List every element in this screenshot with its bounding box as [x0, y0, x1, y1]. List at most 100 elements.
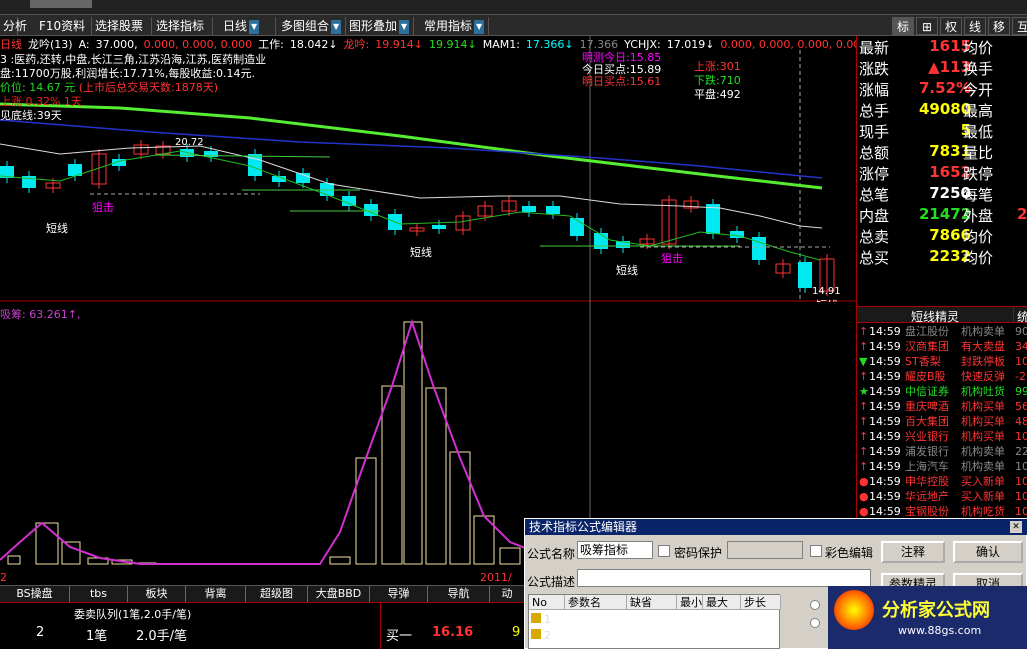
dialog-title[interactable]: 技术指标公式编辑器	[525, 519, 1027, 535]
ticker-row[interactable]: ↑14:59 盘江股份机构卖单 900	[857, 324, 1027, 339]
quote-label-2: 均价	[963, 249, 994, 267]
tab-move[interactable]: 移	[988, 17, 1010, 35]
tab-missile[interactable]: 导弹	[370, 586, 428, 602]
toolbar-overlay[interactable]: 图形叠加 ▼	[346, 17, 414, 35]
tab-tbs[interactable]: tbs	[70, 586, 128, 602]
ticker-value: 10	[1015, 355, 1027, 368]
ticker-time: 14:59	[869, 475, 901, 488]
flat-count: 平盘:492	[694, 88, 741, 101]
ticker-action: 机构卖单	[961, 445, 1005, 458]
search-box[interactable]	[30, 0, 92, 8]
ticker-row[interactable]: ↑14:59 汉商集团有大卖盘 349	[857, 339, 1027, 354]
volume-bar	[403, 321, 423, 565]
ticker-stock: 兴业银行	[905, 430, 949, 443]
ticker-row[interactable]: ↑ 14:59 兴业银行 机构买单 10	[857, 429, 1027, 444]
tab-divergence[interactable]: 背离	[186, 586, 246, 602]
ticker-stock: ST香梨	[905, 355, 941, 368]
ticker-marker: ↑	[859, 445, 869, 458]
ticker-row[interactable]: ★14:59 中信证券机构吐货 990	[857, 384, 1027, 399]
confirm-button[interactable]: 确认	[953, 541, 1023, 563]
toolbar-common-indicators[interactable]: 常用指标 ▼	[421, 17, 489, 35]
mam-label: MAM1:	[482, 38, 520, 51]
toolbar-multi-chart[interactable]: 多图组合 ▼	[278, 17, 346, 35]
parameter-table[interactable]: No 参数名 缺省 最小 最大 步长 1 2	[528, 594, 781, 649]
quote-row: 总额 7831 量比	[857, 141, 1027, 162]
toolbar-select-indicator[interactable]: 选择指标	[153, 17, 213, 35]
queue-per-order: 2.0手/笔	[136, 629, 188, 644]
gz-value: 18.042↓	[289, 38, 338, 51]
tab-bbd[interactable]: 大盘BBD	[308, 586, 370, 602]
dropdown-arrow-icon[interactable]: ▼	[249, 19, 260, 34]
tab-rights[interactable]: 权	[940, 17, 962, 35]
ticker-value: 990	[1015, 385, 1027, 398]
ticker-row[interactable]: ● 14:59 宝钢股份 机构吃货 10	[857, 504, 1027, 519]
quote-value-2: 2	[1017, 205, 1027, 223]
tab-navigation[interactable]: 导航	[428, 586, 490, 602]
password-checkbox[interactable]	[658, 545, 670, 557]
toolbar-select-stock[interactable]: 选择股票	[92, 17, 152, 35]
tab-grid[interactable]: ⊞	[916, 17, 938, 35]
tab-mutual[interactable]: 互	[1012, 17, 1027, 35]
quote-label: 涨跌	[859, 60, 890, 78]
col-default: 缺省	[627, 595, 677, 610]
ly-value2: 19.914↓	[428, 38, 477, 51]
toolbar-analysis[interactable]: 分析	[0, 17, 27, 35]
password-input[interactable]	[727, 541, 803, 559]
dropdown-arrow-icon[interactable]: ▼	[474, 19, 485, 34]
ticker-action: 机构卖单	[961, 325, 1005, 338]
ticker-marker: ↑	[859, 430, 869, 443]
ticker-row[interactable]: ↑ 14:59 上海汽车 机构卖单 10	[857, 459, 1027, 474]
ticker-action: 机构买单	[961, 430, 1005, 443]
ticker-marker: ●	[859, 475, 869, 488]
sprite-title[interactable]: 短线精灵	[911, 308, 959, 325]
snipe-label: 狙击	[92, 201, 114, 214]
ticker-stock: 浦发银行	[905, 445, 949, 458]
sprite-tab-2[interactable]: 统	[1017, 308, 1027, 325]
dropdown-arrow-icon[interactable]: ▼	[331, 19, 342, 34]
radio-option-2[interactable]	[810, 618, 820, 628]
tab-bs[interactable]: BS操盘	[0, 586, 70, 602]
ticker-row[interactable]: ▼ 14:59 ST香梨 封跌停板 10	[857, 354, 1027, 369]
accumulation-indicator-chart[interactable]: 2 2011/	[0, 302, 525, 585]
ticker-row[interactable]: ↑ 14:59 耀皮B股 快速反弹 -2	[857, 369, 1027, 384]
table-row[interactable]: 2	[531, 629, 551, 642]
tab-line[interactable]: 线	[964, 17, 986, 35]
ticker-action: 快速反弹	[961, 370, 1005, 383]
dropdown-arrow-icon[interactable]: ▼	[399, 19, 410, 34]
radio-option-1[interactable]	[810, 600, 820, 610]
ticker-stock: 百大集团	[905, 415, 949, 428]
tab-mark[interactable]: 标	[892, 17, 914, 35]
ticker-marker: ↑	[859, 415, 869, 428]
ticker-row[interactable]: ↑14:59 百大集团机构买单 486	[857, 414, 1027, 429]
short-term-label: 短线	[616, 263, 638, 277]
note-button[interactable]: 注释	[881, 541, 945, 563]
ticker-value: 349	[1015, 340, 1027, 353]
ticker-time: 14:59	[869, 340, 901, 353]
formula-name-input[interactable]: 吸筹指标	[577, 541, 653, 559]
ticker-row[interactable]: ● 14:59 申华控股 买入新单 10	[857, 474, 1027, 489]
prediction-box: 明测今日:15.85 今日买点:15.89 明日买点:15.61	[582, 52, 661, 88]
quote-label: 内盘	[859, 207, 890, 225]
tab-more[interactable]: 动	[490, 586, 525, 602]
close-icon[interactable]: ✕	[1010, 521, 1022, 533]
ticker-row[interactable]: ↑14:59 重庆啤酒机构买单 569	[857, 399, 1027, 414]
ticker-row[interactable]: ● 14:59 华远地产 买入新单 10	[857, 489, 1027, 504]
tab-sector[interactable]: 板块	[128, 586, 186, 602]
tab-super-chart[interactable]: 超级图	[246, 586, 308, 602]
ticker-stock: 盘江股份	[905, 325, 949, 338]
toolbar-period[interactable]: 日线 ▼	[220, 17, 276, 35]
volume-bar	[381, 385, 403, 565]
color-edit-checkbox[interactable]	[810, 545, 822, 557]
formula-name-label: 公式名称	[527, 547, 576, 561]
toolbar-f10[interactable]: F10资料	[36, 17, 92, 35]
snipe-label: 狙击	[661, 252, 683, 265]
table-row[interactable]: 1	[531, 613, 551, 626]
ticker-row[interactable]: ↑ 14:59 浦发银行 机构卖单 22	[857, 444, 1027, 459]
quote-row: 总手 49080 最高	[857, 99, 1027, 120]
color-edit-label: 彩色编辑	[825, 546, 874, 560]
logo-url: www.88gs.com	[898, 624, 982, 637]
ticker-action: 有大卖盘	[961, 340, 1005, 353]
ticker-marker: ★	[859, 385, 869, 398]
formula-desc-input[interactable]	[577, 569, 871, 587]
bid1-label: 买一	[386, 629, 413, 644]
